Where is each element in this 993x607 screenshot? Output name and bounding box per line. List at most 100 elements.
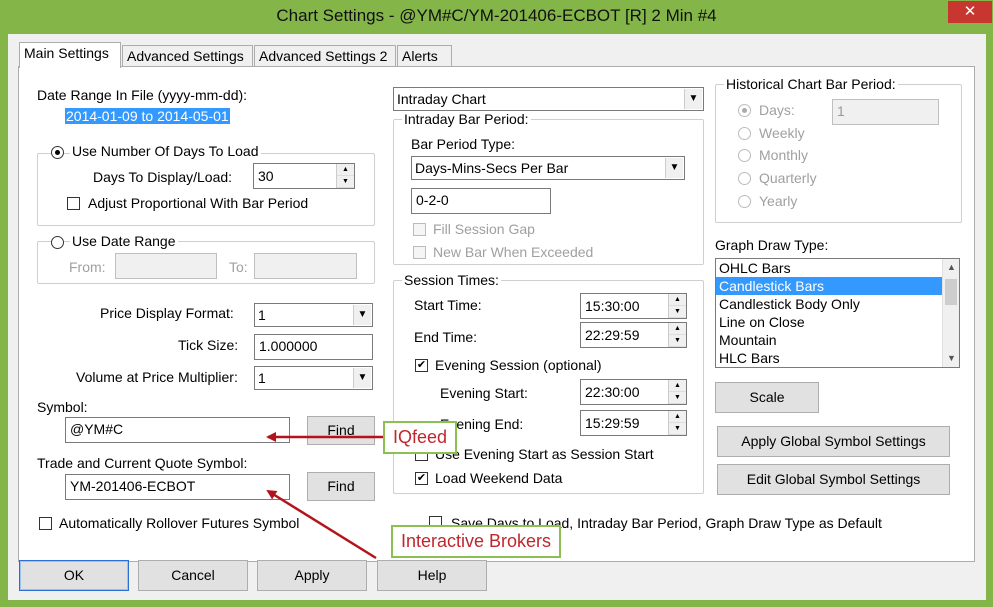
spin-down-icon[interactable]: ▼	[669, 306, 686, 318]
chart-type-select[interactable]: Intraday Chart ▼	[393, 87, 704, 111]
window-title: Chart Settings - @YM#C/YM-201406-ECBOT […	[276, 6, 717, 25]
evening-start-value: 22:30:00	[585, 384, 640, 400]
auto-rollover-checkbox[interactable]	[39, 517, 52, 530]
spinner-buttons[interactable]: ▲ ▼	[336, 164, 354, 188]
yearly-label: Yearly	[759, 193, 798, 209]
edit-global-button[interactable]: Edit Global Symbol Settings	[717, 464, 950, 495]
days-radio[interactable]	[738, 104, 751, 117]
to-date-field[interactable]	[254, 253, 357, 279]
new-bar-label: New Bar When Exceeded	[433, 244, 594, 260]
iqfeed-callout: IQfeed	[383, 421, 458, 454]
evening-end-value: 15:29:59	[585, 415, 640, 431]
vap-multiplier-value: 1	[258, 370, 266, 386]
spin-up-icon[interactable]: ▲	[669, 323, 686, 335]
yearly-radio[interactable]	[738, 195, 751, 208]
list-item[interactable]: HLC Bars	[716, 349, 959, 367]
trade-symbol-field[interactable]: YM-201406-ECBOT	[65, 474, 290, 500]
days-to-display-value: 30	[258, 168, 274, 184]
spinner-buttons[interactable]: ▲ ▼	[668, 294, 686, 318]
cancel-button[interactable]: Cancel	[138, 560, 248, 591]
chevron-down-icon[interactable]: ▼	[665, 158, 683, 178]
spinner-buttons[interactable]: ▲ ▼	[668, 380, 686, 404]
ib-callout: Interactive Brokers	[391, 525, 562, 558]
trade-symbol-label: Trade and Current Quote Symbol:	[37, 455, 248, 471]
evening-start-spinner[interactable]: 22:30:00 ▲ ▼	[580, 379, 687, 405]
historical-group-label: Historical Chart Bar Period:	[724, 76, 898, 92]
start-time-spinner[interactable]: 15:30:00 ▲ ▼	[580, 293, 687, 319]
trade-symbol-find-button[interactable]: Find	[307, 472, 375, 501]
tab-advanced-settings-2[interactable]: Advanced Settings 2	[254, 45, 396, 67]
title-bar[interactable]: Chart Settings - @YM#C/YM-201406-ECBOT […	[0, 0, 993, 34]
vertical-scrollbar[interactable]: ▲ ▼	[942, 259, 959, 367]
list-item-selected[interactable]: Candlestick Bars	[716, 277, 942, 295]
chevron-up-icon[interactable]: ▲	[943, 259, 959, 276]
date-range-label: Date Range In File (yyyy-mm-dd):	[37, 87, 248, 103]
use-date-range-radio[interactable]	[51, 236, 64, 249]
days-field[interactable]: 1	[832, 99, 939, 125]
start-time-label: Start Time:	[414, 297, 482, 313]
monthly-radio[interactable]	[738, 149, 751, 162]
symbol-field[interactable]: @YM#C	[65, 417, 290, 443]
chevron-down-icon[interactable]: ▼	[943, 350, 959, 367]
spin-down-icon[interactable]: ▼	[337, 176, 354, 188]
ok-button[interactable]: OK	[19, 560, 129, 591]
evening-end-spinner[interactable]: 15:29:59 ▲ ▼	[580, 410, 687, 436]
fill-session-gap-checkbox[interactable]	[413, 223, 426, 236]
list-item[interactable]: OHLC Bars	[716, 259, 959, 277]
apply-global-button[interactable]: Apply Global Symbol Settings	[717, 426, 950, 457]
main-settings-panel: Date Range In File (yyyy-mm-dd): 2014-01…	[18, 66, 975, 562]
tab-alerts[interactable]: Alerts	[397, 45, 452, 67]
bar-period-type-label: Bar Period Type:	[411, 136, 516, 152]
spinner-buttons[interactable]: ▲ ▼	[668, 323, 686, 347]
load-weekend-checkbox[interactable]: ✔	[415, 472, 428, 485]
dialog-client-area: Main Settings Advanced Settings Advanced…	[8, 34, 986, 600]
bar-period-field[interactable]: 0-2-0	[411, 188, 551, 214]
scrollbar-thumb[interactable]	[945, 279, 957, 305]
spin-down-icon[interactable]: ▼	[669, 335, 686, 347]
tab-main-settings[interactable]: Main Settings	[19, 42, 121, 68]
list-item[interactable]: Line on Close	[716, 313, 959, 331]
apply-button[interactable]: Apply	[257, 560, 367, 591]
quarterly-radio[interactable]	[738, 172, 751, 185]
weekly-radio[interactable]	[738, 127, 751, 140]
days-label: Days:	[759, 102, 795, 118]
price-format-label: Price Display Format:	[100, 305, 234, 321]
spin-down-icon[interactable]: ▼	[669, 423, 686, 435]
help-button[interactable]: Help	[377, 560, 487, 591]
from-date-field[interactable]	[115, 253, 217, 279]
session-group-label: Session Times:	[402, 272, 501, 288]
spin-up-icon[interactable]: ▲	[669, 294, 686, 306]
chevron-down-icon[interactable]: ▼	[684, 89, 702, 109]
symbol-find-button[interactable]: Find	[307, 416, 375, 445]
list-item[interactable]: Mountain	[716, 331, 959, 349]
spin-up-icon[interactable]: ▲	[337, 164, 354, 176]
use-days-radio[interactable]	[51, 146, 64, 159]
spin-up-icon[interactable]: ▲	[669, 380, 686, 392]
chevron-down-icon[interactable]: ▼	[353, 305, 371, 325]
tick-size-label: Tick Size:	[178, 337, 239, 353]
chart-settings-window: Chart Settings - @YM#C/YM-201406-ECBOT […	[0, 0, 993, 607]
spin-up-icon[interactable]: ▲	[669, 411, 686, 423]
spinner-buttons[interactable]: ▲ ▼	[668, 411, 686, 435]
vap-multiplier-select[interactable]: 1 ▼	[254, 366, 373, 390]
graph-draw-listbox[interactable]: OHLC Bars Candlestick Bars Candlestick B…	[715, 258, 960, 368]
days-to-display-spinner[interactable]: 30 ▲ ▼	[253, 163, 355, 189]
list-item[interactable]: Candlestick Body Only	[716, 295, 959, 313]
tick-size-field[interactable]: 1.000000	[254, 334, 373, 360]
chevron-down-icon[interactable]: ▼	[353, 368, 371, 388]
end-time-value: 22:29:59	[585, 327, 640, 343]
tab-advanced-settings[interactable]: Advanced Settings	[122, 45, 253, 67]
bar-period-type-select[interactable]: Days-Mins-Secs Per Bar ▼	[411, 156, 685, 180]
new-bar-checkbox[interactable]	[413, 246, 426, 259]
auto-rollover-label: Automatically Rollover Futures Symbol	[59, 515, 300, 531]
chart-type-value: Intraday Chart	[397, 91, 486, 107]
scale-button[interactable]: Scale	[715, 382, 819, 413]
adjust-proportional-checkbox[interactable]	[67, 197, 80, 210]
close-button[interactable]: ✕	[948, 1, 992, 23]
evening-session-checkbox[interactable]: ✔	[415, 359, 428, 372]
price-format-select[interactable]: 1 ▼	[254, 303, 373, 327]
adjust-proportional-label: Adjust Proportional With Bar Period	[88, 195, 309, 211]
end-time-spinner[interactable]: 22:29:59 ▲ ▼	[580, 322, 687, 348]
graph-draw-label: Graph Draw Type:	[715, 237, 829, 253]
spin-down-icon[interactable]: ▼	[669, 392, 686, 404]
